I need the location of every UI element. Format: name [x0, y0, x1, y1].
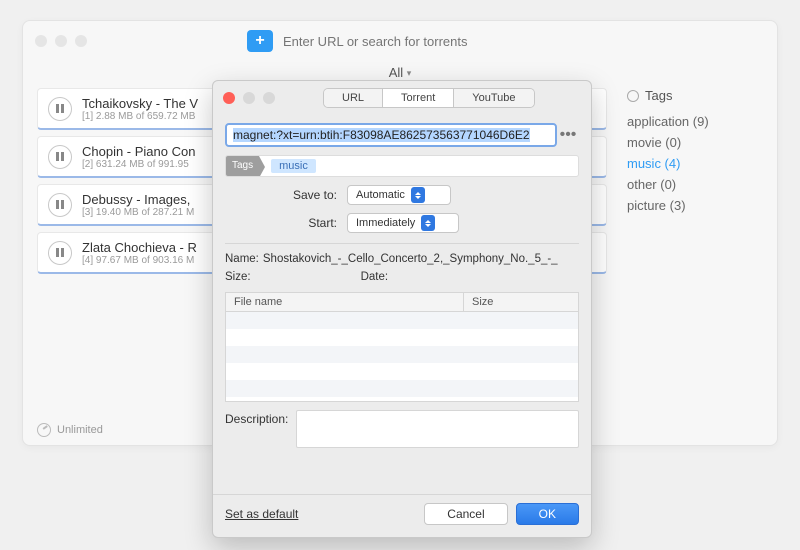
table-row — [226, 329, 578, 346]
radio-icon — [627, 90, 639, 102]
download-title: Debussy - Images, — [82, 192, 222, 207]
tags-badge: Tags — [226, 156, 259, 176]
speedometer-icon — [37, 423, 51, 437]
table-row — [226, 363, 578, 380]
close-icon[interactable] — [223, 92, 235, 104]
download-title: Zlata Chochieva - R — [82, 240, 222, 255]
save-to-value: Automatic — [356, 189, 405, 201]
pause-button[interactable] — [48, 97, 72, 121]
download-subtitle: [2] 631.24 MB of 991.95 — [82, 159, 222, 170]
cancel-button[interactable]: Cancel — [424, 503, 507, 525]
pause-button[interactable] — [48, 193, 72, 217]
col-file-name[interactable]: File name — [226, 293, 464, 311]
table-row — [226, 312, 578, 329]
ok-button[interactable]: OK — [516, 503, 579, 525]
download-subtitle: [1] 2.88 MB of 659.72 MB — [82, 111, 222, 122]
search-input[interactable] — [279, 30, 619, 52]
tag-music[interactable]: music (4) — [627, 153, 777, 174]
description-label: Description: — [225, 410, 288, 448]
magnet-input[interactable]: magnet:?xt=urn:btih:F83098AE862573563771… — [225, 123, 557, 147]
minimize-icon[interactable] — [55, 35, 67, 47]
table-row — [226, 380, 578, 397]
pause-button[interactable] — [48, 145, 72, 169]
stepper-icon — [411, 187, 425, 203]
save-to-label: Save to: — [225, 188, 337, 202]
table-row — [226, 346, 578, 363]
traffic-lights — [35, 35, 87, 47]
download-subtitle: [4] 97.67 MB of 903.16 M — [82, 255, 222, 266]
start-select[interactable]: Immediately — [347, 213, 459, 233]
add-torrent-dialog: URL Torrent YouTube magnet:?xt=urn:btih:… — [212, 80, 592, 538]
tag-chip-music[interactable]: music — [271, 159, 316, 173]
tags-title: Tags — [645, 88, 672, 103]
browse-button[interactable]: ••• — [557, 123, 579, 147]
description-field[interactable] — [296, 410, 579, 448]
tag-movie[interactable]: movie (0) — [627, 132, 777, 153]
chevron-down-icon: ▾ — [407, 68, 412, 78]
download-title: Tchaikovsky - The V — [82, 96, 222, 111]
date-label: Date: — [361, 271, 389, 283]
titlebar: + — [23, 21, 777, 61]
download-title: Chopin - Piano Con — [82, 144, 222, 159]
tags-sidebar: Tags application (9) movie (0) music (4)… — [627, 88, 777, 418]
filter-label: All — [389, 65, 403, 80]
add-button[interactable]: + — [247, 30, 273, 52]
table-header: File name Size — [226, 293, 578, 312]
dialog-traffic-lights — [223, 92, 275, 104]
tab-url[interactable]: URL — [324, 89, 383, 107]
plus-icon: + — [255, 32, 264, 50]
size-label: Size: — [225, 271, 251, 283]
start-label: Start: — [225, 216, 337, 230]
tab-torrent[interactable]: Torrent — [383, 89, 454, 107]
set-as-default-link[interactable]: Set as default — [225, 507, 298, 521]
dialog-titlebar: URL Torrent YouTube — [213, 81, 591, 115]
file-table: File name Size — [225, 292, 579, 402]
col-size[interactable]: Size — [464, 293, 578, 311]
tab-youtube[interactable]: YouTube — [454, 89, 533, 107]
start-value: Immediately — [356, 217, 415, 229]
stepper-icon — [421, 215, 435, 231]
tags-header[interactable]: Tags — [627, 88, 777, 103]
tag-application[interactable]: application (9) — [627, 111, 777, 132]
ellipsis-icon: ••• — [560, 126, 577, 144]
minimize-icon — [243, 92, 255, 104]
download-subtitle: [3] 19.40 MB of 287.21 M — [82, 207, 222, 218]
save-to-select[interactable]: Automatic — [347, 185, 451, 205]
close-icon[interactable] — [35, 35, 47, 47]
divider — [225, 243, 579, 244]
source-tabs: URL Torrent YouTube — [323, 88, 535, 108]
name-value: Shostakovich_-_Cello_Concerto_2,_Symphon… — [263, 253, 558, 265]
footer-status: Unlimited — [37, 423, 103, 437]
magnet-text: magnet:?xt=urn:btih:F83098AE862573563771… — [233, 128, 530, 142]
tag-picture[interactable]: picture (3) — [627, 195, 777, 216]
zoom-icon — [263, 92, 275, 104]
tag-other[interactable]: other (0) — [627, 174, 777, 195]
pause-button[interactable] — [48, 241, 72, 265]
zoom-icon[interactable] — [75, 35, 87, 47]
tags-field[interactable]: Tags music — [225, 155, 579, 177]
speed-status: Unlimited — [57, 424, 103, 436]
name-label: Name: — [225, 253, 259, 265]
